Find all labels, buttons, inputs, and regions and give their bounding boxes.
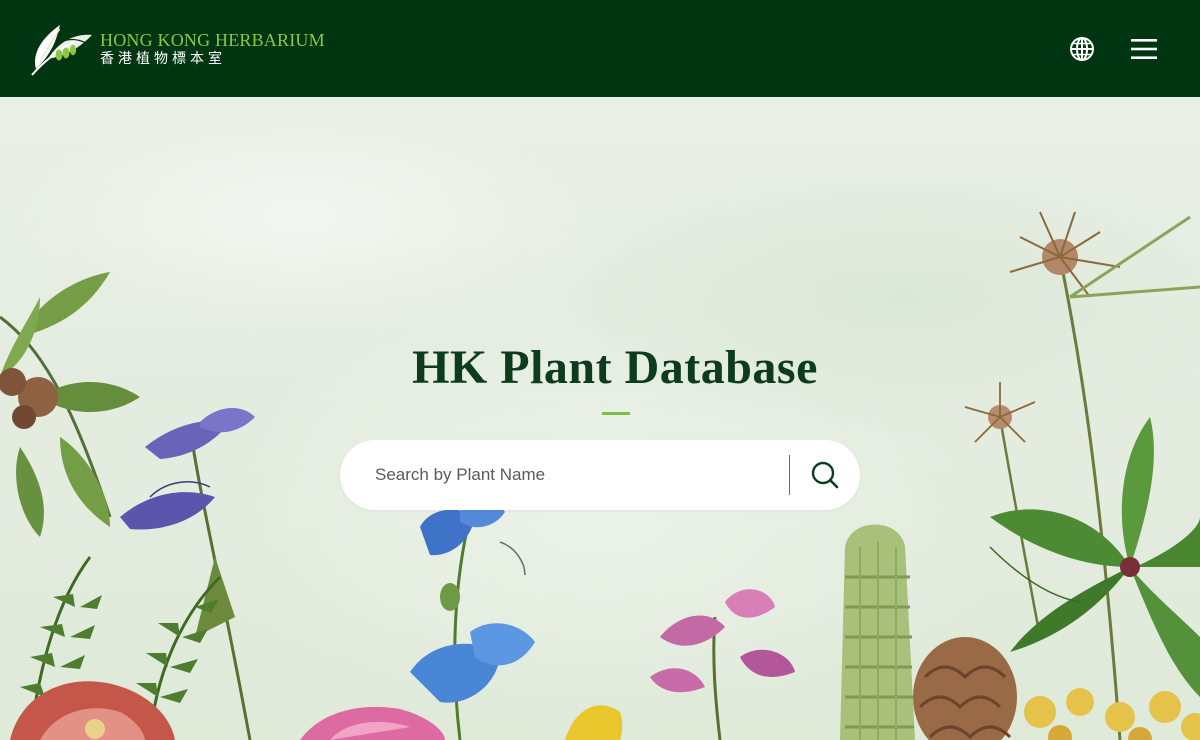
right-large-leaves (989, 417, 1200, 697)
yellow-flowers (1024, 688, 1200, 740)
pink-flowers-bottom (300, 705, 623, 740)
pink-orchid (650, 589, 795, 740)
menu-button[interactable] (1130, 35, 1158, 63)
brand-name-english: HONG KONG HERBARIUM (100, 30, 325, 50)
search-input[interactable] (340, 440, 789, 510)
purple-flowers (120, 407, 255, 740)
botanical-illustration (0, 211, 1200, 740)
left-leaf-branch (0, 272, 140, 537)
brand-logo-link[interactable]: HONG KONG HERBARIUM 香港植物標本室 (26, 19, 325, 79)
blue-flowers (410, 500, 535, 740)
search-icon (811, 461, 839, 489)
site-header: HONG KONG HERBARIUM 香港植物標本室 (0, 0, 1200, 97)
language-button[interactable] (1068, 35, 1096, 63)
title-underline-accent (602, 412, 630, 415)
hamburger-menu-icon (1131, 38, 1157, 59)
page-title: HK Plant Database (412, 341, 818, 394)
leaf-logo-icon (31, 24, 92, 76)
hero-section: HK Plant Database (0, 97, 1200, 740)
brand-name-chinese: 香港植物標本室 (100, 51, 226, 67)
green-cone (840, 524, 915, 740)
pine-cone (913, 637, 1017, 740)
globe-icon (1070, 36, 1094, 61)
plant-search-bar (340, 440, 860, 510)
search-button[interactable] (790, 440, 860, 510)
